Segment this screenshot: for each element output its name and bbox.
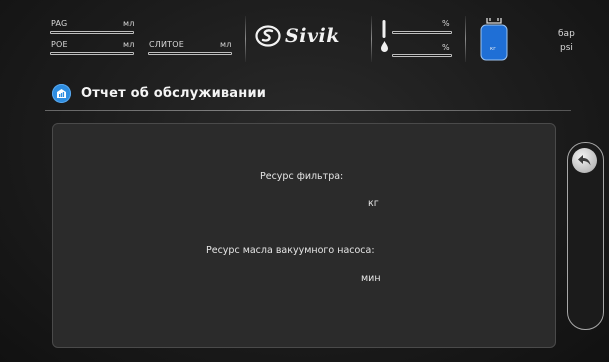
brand-name: Sivik — [285, 25, 340, 47]
back-arrow-icon — [578, 155, 591, 166]
header-separator — [371, 16, 372, 62]
header-separator — [465, 16, 466, 62]
poe-level-bar — [50, 52, 134, 55]
thermometer-icon — [382, 20, 386, 38]
title-divider — [45, 110, 571, 111]
vacuum-oil-resource-unit: мин — [361, 273, 381, 284]
pag-label: PAG — [51, 19, 68, 28]
pressure-unit-bar: бар — [558, 29, 575, 39]
header-separator — [245, 16, 246, 62]
drain-unit: мл — [220, 40, 232, 49]
pressure-unit-psi: psi — [560, 43, 573, 53]
refrigerant-tank-icon — [480, 18, 508, 61]
poe-label: POE — [51, 40, 68, 49]
humidity-bar — [392, 54, 452, 57]
page-title: Отчет об обслуживании — [81, 86, 267, 101]
report-panel: Ресурс фильтра: кг Ресурс масла вакуумно… — [52, 123, 556, 348]
filter-resource-label: Ресурс фильтра: — [260, 171, 344, 182]
filter-resource-unit: кг — [368, 198, 379, 209]
humidity-drop-icon — [381, 41, 388, 52]
drain-level-bar — [148, 52, 232, 55]
back-button[interactable] — [572, 148, 597, 173]
vacuum-oil-resource-label: Ресурс масла вакуумного насоса: — [206, 245, 375, 256]
tank-unit: кг — [490, 46, 497, 52]
brand-logo: Sivik — [255, 25, 340, 47]
drain-label: СЛИТОЕ — [149, 40, 185, 49]
maintenance-report-screen: PAG мл POE мл СЛИТОЕ мл Sivik % % кг бар… — [0, 0, 609, 362]
pag-level-bar — [50, 31, 134, 34]
humidity-unit: % — [442, 43, 450, 52]
pag-unit: мл — [123, 19, 135, 28]
side-scroll-track[interactable] — [567, 142, 604, 330]
poe-unit: мл — [123, 40, 135, 49]
temperature-bar — [392, 31, 452, 34]
brand-emblem-icon — [255, 25, 281, 47]
maintenance-report-icon — [52, 84, 71, 103]
temperature-unit: % — [442, 19, 450, 28]
page-header: Отчет об обслуживании — [52, 84, 266, 103]
